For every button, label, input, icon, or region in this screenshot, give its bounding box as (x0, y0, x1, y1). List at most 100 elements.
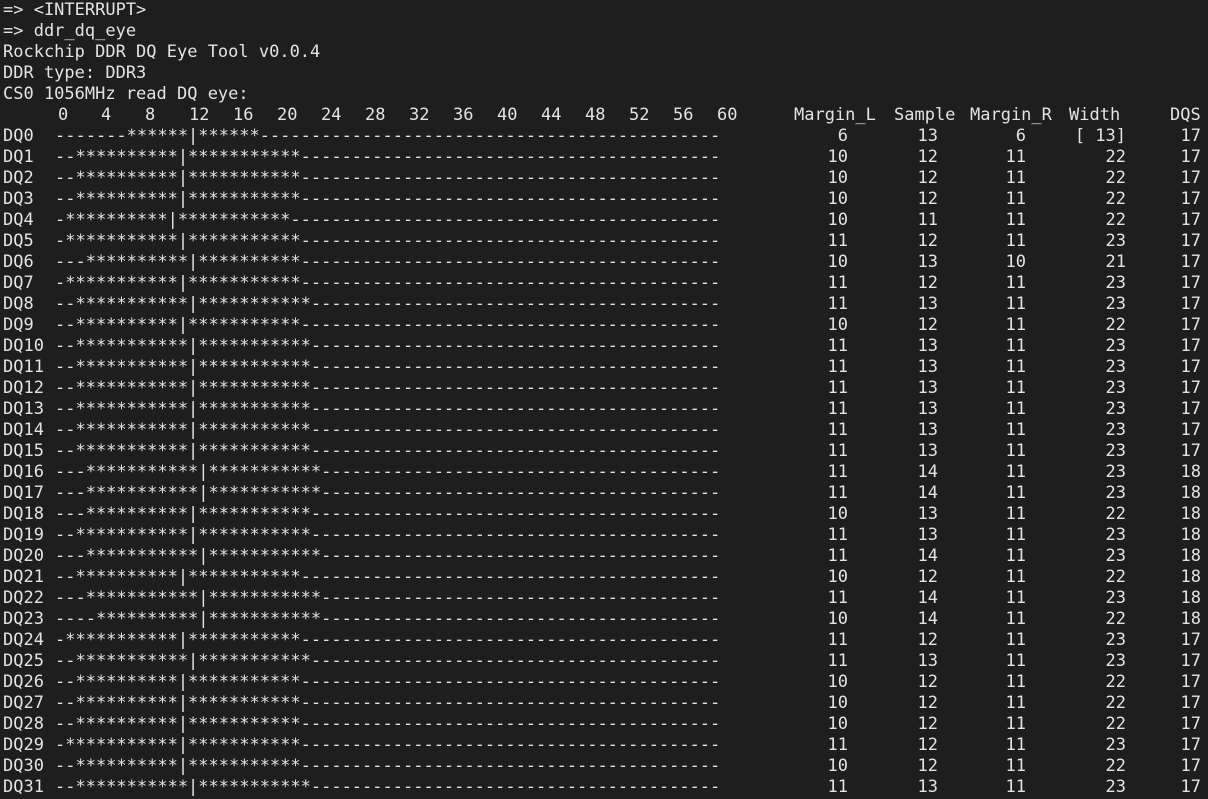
row-label: DQ8 (3, 294, 34, 314)
sample-value: 12 (917, 189, 938, 209)
margin-r-value: 11 (1005, 336, 1026, 356)
dqs-value: 18 (1180, 504, 1201, 524)
width-value: 23 (1105, 378, 1126, 398)
row-label: DQ9 (3, 315, 34, 335)
dqs-value: 17 (1180, 378, 1201, 398)
tick-label: 48 (585, 105, 606, 125)
row-label: DQ24 (3, 630, 44, 650)
margin-r-value: 11 (1005, 420, 1026, 440)
table-row: DQ29 -***********|***********------------… (0, 735, 1208, 756)
width-value: 21 (1105, 252, 1126, 272)
row-label: DQ0 (3, 126, 34, 146)
table-row: DQ23 ----**********|***********----------… (0, 609, 1208, 630)
row-label: DQ20 (3, 546, 44, 566)
row-label: DQ16 (3, 462, 44, 482)
row-label: DQ10 (3, 336, 44, 356)
eye-diagram: --***********|***********---------------… (55, 777, 721, 797)
width-value: 23 (1105, 420, 1126, 440)
dqs-value: 17 (1180, 294, 1201, 314)
dqs-value: 17 (1180, 168, 1201, 188)
tick-label: 52 (629, 105, 650, 125)
dqs-value: 18 (1180, 567, 1201, 587)
column-header-margin-r: Margin_R (970, 105, 1052, 125)
table-row: DQ30 --**********|***********------------… (0, 756, 1208, 777)
margin-l-value: 11 (827, 357, 848, 377)
margin-r-value: 11 (1005, 441, 1026, 461)
eye-diagram: --**********|***********----------------… (55, 756, 721, 776)
width-value: 23 (1105, 525, 1126, 545)
table-row: DQ13 --***********|***********-----------… (0, 399, 1208, 420)
margin-r-value: 11 (1005, 168, 1026, 188)
sample-value: 14 (917, 609, 938, 629)
sample-value: 14 (917, 483, 938, 503)
dqs-value: 18 (1180, 483, 1201, 503)
sample-value: 13 (917, 378, 938, 398)
sample-value: 12 (917, 672, 938, 692)
dqs-value: 17 (1180, 231, 1201, 251)
sample-value: 12 (917, 168, 938, 188)
margin-r-value: 11 (1005, 462, 1026, 482)
sample-value: 13 (917, 336, 938, 356)
tick-label: 0 (58, 105, 69, 125)
margin-r-value: 6 (1015, 126, 1026, 146)
row-label: DQ15 (3, 441, 44, 461)
row-label: DQ1 (3, 147, 34, 167)
sample-value: 13 (917, 441, 938, 461)
dqs-value: 18 (1180, 588, 1201, 608)
dqs-value: 18 (1180, 462, 1201, 482)
tick-label: 12 (189, 105, 210, 125)
eye-diagram: ---**********|**********----------------… (55, 252, 721, 272)
margin-l-value: 10 (827, 693, 848, 713)
margin-l-value: 11 (827, 525, 848, 545)
tick-label: 32 (409, 105, 430, 125)
eye-diagram: --***********|***********---------------… (55, 378, 721, 398)
margin-l-value: 11 (827, 462, 848, 482)
dqs-value: 17 (1180, 714, 1201, 734)
eye-diagram: --***********|***********---------------… (55, 420, 721, 440)
margin-r-value: 11 (1005, 630, 1026, 650)
width-value: 23 (1105, 630, 1126, 650)
row-label: DQ7 (3, 273, 34, 293)
dqs-value: 17 (1180, 210, 1201, 230)
column-header-dqs: DQS (1170, 105, 1201, 125)
eye-diagram: ---***********|***********--------------… (55, 462, 721, 482)
margin-l-value: 10 (827, 147, 848, 167)
table-row: DQ2 --**********|***********-------------… (0, 168, 1208, 189)
eye-diagram: --***********|***********---------------… (55, 441, 721, 461)
sample-value: 13 (917, 420, 938, 440)
sample-value: 14 (917, 588, 938, 608)
eye-diagram: --**********|***********----------------… (55, 693, 721, 713)
row-label: DQ5 (3, 231, 34, 251)
margin-l-value: 10 (827, 756, 848, 776)
tick-label: 4 (101, 105, 112, 125)
row-label: DQ6 (3, 252, 34, 272)
eye-diagram: --**********|***********----------------… (55, 714, 721, 734)
dqs-value: 17 (1180, 252, 1201, 272)
terminal-window[interactable]: => <INTERRUPT> => ddr_dq_eye Rockchip DD… (0, 0, 1208, 799)
table-row: DQ31 --***********|***********-----------… (0, 777, 1208, 798)
dqs-value: 17 (1180, 777, 1201, 797)
eye-diagram: --**********|***********----------------… (55, 315, 721, 335)
tick-label: 36 (453, 105, 474, 125)
width-value: 22 (1105, 189, 1126, 209)
row-label: DQ11 (3, 357, 44, 377)
width-value: 23 (1105, 588, 1126, 608)
width-value: 22 (1105, 756, 1126, 776)
history-line: => <INTERRUPT> (3, 0, 147, 20)
margin-l-value: 10 (827, 210, 848, 230)
margin-r-value: 11 (1005, 567, 1026, 587)
dqs-value: 17 (1180, 399, 1201, 419)
sample-value: 13 (917, 399, 938, 419)
width-value: 22 (1105, 315, 1126, 335)
tick-label: 44 (541, 105, 562, 125)
eye-diagram: --**********|***********----------------… (55, 672, 721, 692)
margin-l-value: 11 (827, 777, 848, 797)
margin-r-value: 11 (1005, 483, 1026, 503)
margin-l-value: 10 (827, 315, 848, 335)
eye-diagram: ---***********|***********--------------… (55, 546, 721, 566)
eye-diagram: --***********|***********---------------… (55, 294, 721, 314)
row-label: DQ31 (3, 777, 44, 797)
eye-diagram: -***********|***********----------------… (55, 735, 721, 755)
width-value: [ 13] (1074, 126, 1126, 146)
row-label: DQ17 (3, 483, 44, 503)
